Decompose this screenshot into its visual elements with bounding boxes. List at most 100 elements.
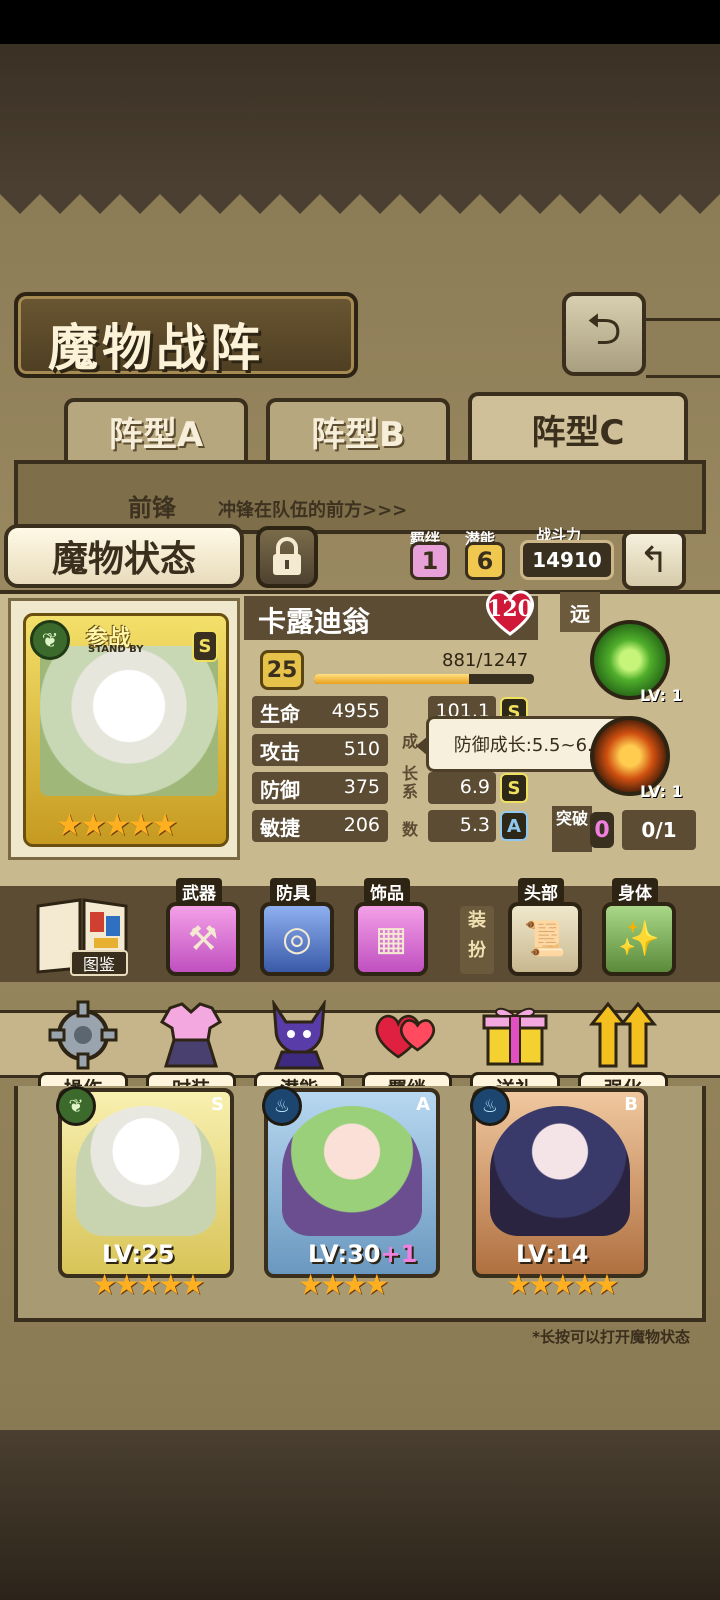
monster-cost: 120 (487, 596, 533, 622)
rank-badge: B (624, 1094, 638, 1115)
monster-portrait: 参战 STAND BY ❦ S ★★★★★ (23, 613, 229, 847)
front-row-label: 前锋 (128, 494, 176, 522)
monster-name: 卡露迪翁 (258, 605, 371, 638)
exp-text: 881/1247 (442, 650, 529, 671)
leaf-element-icon: ❦ (56, 1086, 96, 1126)
level-plus: +1 (380, 1240, 418, 1268)
background-bottom (0, 1430, 720, 1600)
standby-sublabel: STAND BY (88, 644, 144, 655)
outfit-icon (156, 1000, 226, 1070)
monster-level: 25 (260, 650, 304, 690)
breakthrough-progress[interactable]: 0/1 (622, 810, 696, 850)
return-arrow-icon: ⮌ (586, 303, 622, 355)
gear-icon (48, 1000, 118, 1070)
level-text: LV:14 (516, 1240, 589, 1268)
stat-row-agility: 敏捷 206 (252, 810, 388, 842)
roster-level: LV:30+1 (308, 1240, 417, 1268)
rank-badge: A (416, 1094, 430, 1115)
accessory-label: 饰品 (364, 878, 410, 904)
accessory-slot[interactable]: ▦ (354, 902, 428, 976)
front-row-desc: 冲锋在队伍的前方>>> (218, 500, 408, 521)
monster-artwork (282, 1106, 422, 1236)
stat-name: 敏捷 (260, 816, 300, 840)
scythe-icon: ⚒ (187, 919, 219, 959)
stat-value: 375 (343, 776, 380, 798)
tile-icon: ▦ (374, 919, 408, 959)
stat-value: 4955 (331, 700, 380, 722)
tab-formation-b[interactable]: 阵型B (266, 398, 450, 460)
battle-power-value: 14910 (520, 540, 614, 580)
rank-badge: S (192, 630, 218, 662)
growth-value: 6.9 (459, 776, 490, 798)
star-rating: ★★★★★ (506, 1268, 620, 1301)
exp-bar-fill (314, 674, 470, 684)
grade-badge: S (500, 773, 528, 803)
potential-value[interactable]: 6 (465, 542, 505, 580)
grade-badge: A (500, 811, 528, 841)
stat-name: 防御 (260, 778, 300, 802)
system-status-bar (0, 0, 720, 44)
back-button-rail (646, 318, 720, 378)
level-text: LV:25 (102, 1240, 175, 1268)
body-slot[interactable]: ✨ (602, 902, 676, 976)
level-text: LV:30 (308, 1240, 381, 1268)
roster-card[interactable]: ❦ S LV:25 ★★★★★ (56, 1086, 234, 1301)
head-slot[interactable]: 📜 (508, 902, 582, 976)
tab-formation-c[interactable]: 阵型C (468, 392, 688, 462)
shield-icon: ◎ (282, 919, 312, 959)
stat-value: 206 (343, 814, 380, 836)
roster-card[interactable]: ♨ B LV:14 ★★★★★ (470, 1086, 648, 1301)
tab-formation-a[interactable]: 阵型A (64, 398, 248, 460)
roster-level: LV:25 (102, 1240, 174, 1268)
breakthrough-count: 0 (590, 812, 614, 848)
monster-artwork (40, 646, 218, 796)
stat-name: 攻击 (260, 740, 300, 764)
body-label: 身体 (612, 878, 658, 904)
front-row-banner: 前锋 冲锋在队伍的前方>>> (14, 460, 706, 534)
lock-button[interactable] (256, 526, 318, 588)
water-element-icon: ♨ (470, 1086, 510, 1126)
range-tag: 远 (560, 592, 600, 632)
monster-status-title: 魔物状态 (4, 524, 244, 588)
back-button[interactable]: ⮌ (562, 292, 646, 376)
formation-tabs: 阵型A 阵型B 阵型C (14, 392, 706, 462)
stat-row-hp: 生命 4955 (252, 696, 388, 728)
growth-agility[interactable]: 5.3 (428, 810, 496, 842)
stat-row-defense: 防御 375 (252, 772, 388, 804)
hearts-icon (372, 1000, 442, 1070)
armor-slot[interactable]: ◎ (260, 902, 334, 976)
stat-value: 510 (343, 738, 380, 760)
panel-zigzag-edge (0, 184, 720, 214)
rank-badge: S (211, 1094, 224, 1115)
growth-side-char: 数 (402, 820, 419, 839)
star-rating: ★★★★★ (92, 1268, 206, 1301)
monster-artwork (76, 1106, 216, 1236)
armor-label: 防具 (270, 878, 316, 904)
star-rating: ★★★★ (298, 1268, 389, 1301)
screen-title: 魔物战阵 (48, 319, 264, 377)
close-status-button[interactable]: ↰ (622, 530, 686, 590)
bond-value[interactable]: 1 (410, 542, 450, 580)
stat-name: 生命 (260, 702, 300, 726)
talisman-icon: 📜 (523, 919, 567, 959)
stars-icon: ✨ (617, 919, 661, 959)
skill-1-level: LV: 1 (640, 686, 683, 705)
growth-side-char: 系 (402, 782, 419, 801)
background-top (0, 44, 720, 184)
weapon-label: 武器 (176, 878, 222, 904)
codex-label[interactable]: 图鉴 (70, 950, 128, 976)
roster-card[interactable]: ♨ A LV:30+1 ★★★★ (262, 1086, 440, 1301)
weapon-slot[interactable]: ⚒ (166, 902, 240, 976)
lock-icon (273, 537, 301, 575)
monster-portrait-frame[interactable]: 参战 STAND BY ❦ S ★★★★★ (8, 598, 240, 860)
upgrade-arrows-icon (588, 1000, 658, 1070)
star-rating: ★★★★★ (56, 808, 178, 843)
exp-bar (314, 674, 534, 684)
growth-defense[interactable]: 6.9 (428, 772, 496, 804)
head-label: 头部 (518, 878, 564, 904)
screen-title-plate: 魔物战阵 (14, 292, 358, 378)
gift-icon (480, 1000, 550, 1070)
dress-up-label: 装扮 (460, 906, 494, 974)
growth-value: 5.3 (459, 814, 490, 836)
stat-row-attack: 攻击 510 (252, 734, 388, 766)
